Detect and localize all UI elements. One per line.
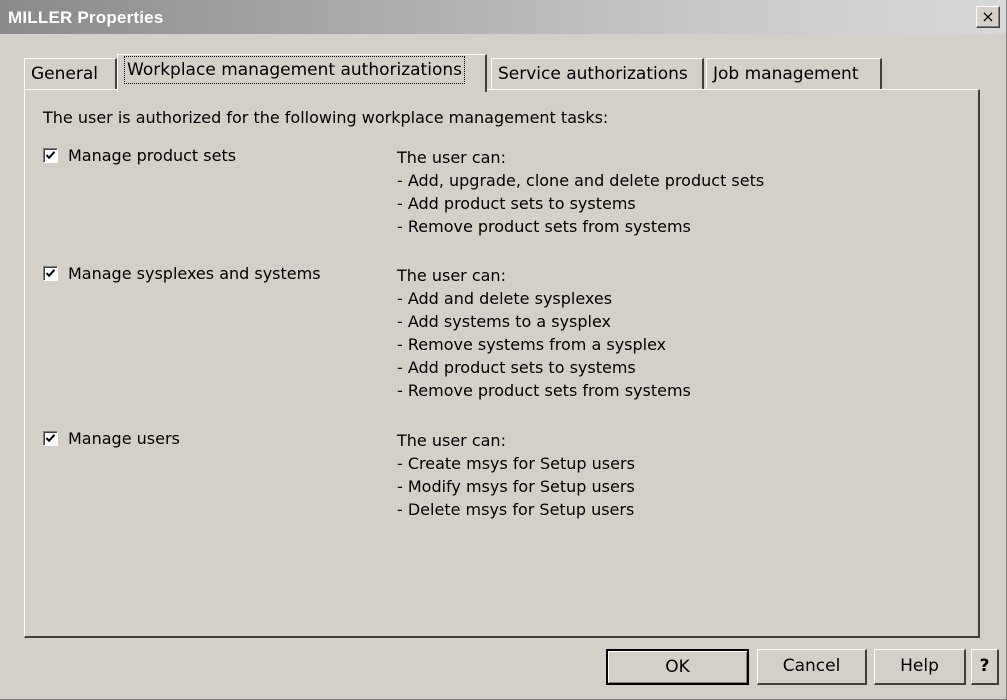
checkbox-row[interactable]: Manage sysplexes and systems xyxy=(43,264,321,283)
description-line: - Add, upgrade, clone and delete product… xyxy=(397,171,765,190)
permission-description: The user can: - Add and delete sysplexes… xyxy=(397,264,691,402)
description-line: The user can: xyxy=(397,266,506,285)
help-button[interactable]: Help xyxy=(874,649,966,685)
checkbox-label: Manage sysplexes and systems xyxy=(68,264,321,283)
checkbox-label: Manage product sets xyxy=(68,146,237,165)
description-line: - Remove product sets from systems xyxy=(397,381,691,400)
description-line: The user can: xyxy=(397,148,506,167)
tab-job-management[interactable]: Job management xyxy=(706,58,882,90)
description-line: - Remove systems from a sysplex xyxy=(397,335,667,354)
manage-users-checkbox[interactable] xyxy=(43,431,58,446)
whats-this-button[interactable]: ? xyxy=(971,649,999,685)
description-line: - Delete msys for Setup users xyxy=(397,500,635,519)
permission-description: The user can: - Create msys for Setup us… xyxy=(397,429,635,521)
close-button[interactable]: × xyxy=(976,6,1000,28)
description-line: - Add and delete sysplexes xyxy=(397,289,613,308)
window-title: MILLER Properties xyxy=(8,8,164,27)
checkbox-row[interactable]: Manage product sets xyxy=(43,146,236,165)
properties-window: MILLER Properties × General Workplace ma… xyxy=(0,0,1007,700)
manage-sysplexes-checkbox[interactable] xyxy=(43,266,58,281)
intro-text: The user is authorized for the following… xyxy=(43,108,609,127)
permission-description: The user can: - Add, upgrade, clone and … xyxy=(397,146,764,238)
ok-button[interactable]: OK xyxy=(606,649,749,685)
description-line: The user can: xyxy=(397,431,506,450)
description-line: - Add systems to a sysplex xyxy=(397,312,611,331)
tab-service-authorizations[interactable]: Service authorizations xyxy=(491,58,704,90)
close-icon: × xyxy=(981,7,995,26)
title-bar[interactable]: MILLER Properties × xyxy=(0,0,1006,34)
checkbox-label: Manage users xyxy=(68,429,180,448)
description-line: - Create msys for Setup users xyxy=(397,454,635,473)
checkmark-icon xyxy=(45,434,56,443)
tab-service-label: Service authorizations xyxy=(498,64,688,84)
tab-panel-workplace: The user is authorized for the following… xyxy=(24,89,980,638)
tab-workplace-management-authorizations[interactable]: Workplace management authorizations xyxy=(117,54,487,92)
description-line: - Add product sets to systems xyxy=(397,194,636,213)
tab-general[interactable]: General xyxy=(24,58,117,90)
checkmark-icon xyxy=(45,151,56,160)
tab-general-label: General xyxy=(31,64,98,84)
description-line: - Remove product sets from systems xyxy=(397,217,691,236)
tab-job-label: Job management xyxy=(713,64,859,84)
manage-product-sets-checkbox[interactable] xyxy=(43,148,58,163)
description-line: - Modify msys for Setup users xyxy=(397,477,635,496)
tab-workplace-label: Workplace management authorizations xyxy=(124,56,465,84)
description-line: - Add product sets to systems xyxy=(397,358,636,377)
checkmark-icon xyxy=(45,269,56,278)
cancel-button[interactable]: Cancel xyxy=(757,649,867,685)
checkbox-row[interactable]: Manage users xyxy=(43,429,180,448)
